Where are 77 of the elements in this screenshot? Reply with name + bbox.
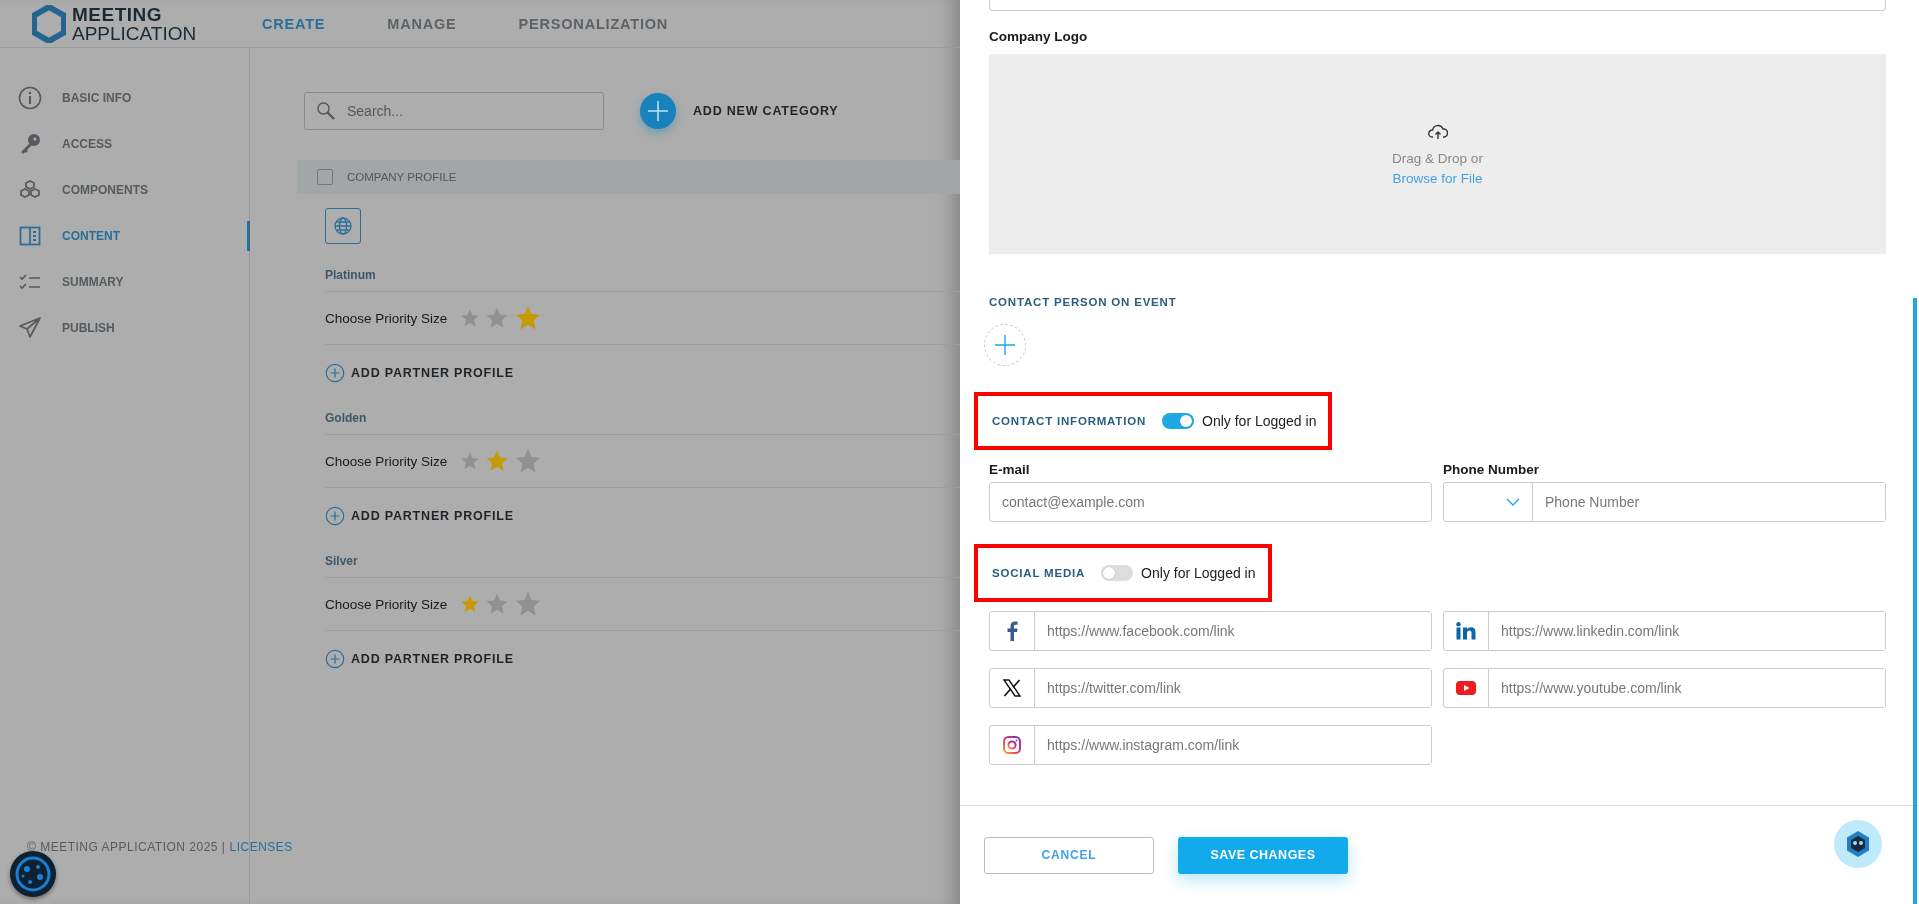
- column-header: COMPANY PROFILE: [347, 171, 457, 183]
- sidebar-item[interactable]: ACCESS: [0, 121, 249, 167]
- info-icon: [18, 86, 42, 110]
- x-icon: [1003, 679, 1021, 697]
- toggle-label: Only for Logged in: [1202, 413, 1317, 429]
- category-title: Silver: [325, 544, 960, 578]
- toggle-label: Only for Logged in: [1141, 565, 1256, 581]
- priority-label: Choose Priority Size: [325, 453, 448, 469]
- search-field[interactable]: Search...: [304, 92, 604, 130]
- phone-number-field[interactable]: Phone Number: [1443, 482, 1886, 522]
- sidebar-item[interactable]: SUMMARY: [0, 259, 249, 305]
- cloud-upload-icon: [1427, 122, 1448, 141]
- field-label: Phone Number: [1443, 462, 1540, 477]
- instagram-icon: [1003, 736, 1021, 754]
- plus-circle-icon: [325, 649, 345, 669]
- star-icon[interactable]: [485, 306, 510, 330]
- nav-tab[interactable]: PERSONALIZATION: [518, 15, 669, 32]
- star-icon[interactable]: [460, 594, 481, 614]
- category-title: Golden: [325, 401, 960, 435]
- chat-assistant-button[interactable]: [1834, 820, 1882, 868]
- social-link-field[interactable]: https://www.instagram.com/link: [989, 725, 1432, 765]
- linkedin-icon: [1456, 622, 1476, 640]
- field-label: E-mail: [989, 462, 1031, 477]
- sidebar-item[interactable]: BASIC INFO: [0, 75, 249, 121]
- section-title: SOCIAL MEDIA: [992, 567, 1086, 579]
- cancel-button[interactable]: CANCEL: [984, 836, 1154, 874]
- sidebar-item[interactable]: CONTENT: [0, 213, 249, 259]
- add-partner-link[interactable]: ADD PARTNER PROFILE: [325, 345, 514, 401]
- drop-hint: Drag & Drop or: [1392, 150, 1483, 166]
- star-icon[interactable]: [485, 592, 510, 616]
- add-partner-link[interactable]: ADD PARTNER PROFILE: [325, 488, 514, 544]
- social-link-field[interactable]: https://www.linkedin.com/link: [1443, 611, 1886, 651]
- add-category-button[interactable]: ADD NEW CATEGORY: [640, 93, 839, 129]
- language-button[interactable]: [325, 208, 361, 244]
- priority-label: Choose Priority Size: [325, 310, 448, 326]
- priority-label: Choose Priority Size: [325, 596, 448, 612]
- plus-circle-icon: [325, 363, 345, 383]
- plus-circle-icon: [325, 506, 345, 526]
- toggle-switch[interactable]: [1101, 565, 1134, 581]
- file-drop-zone[interactable]: Drag & Drop or Browse for File: [989, 54, 1886, 254]
- logo-icon: [32, 4, 66, 43]
- nav-tab[interactable]: CREATE: [262, 15, 326, 32]
- facebook-icon: [1006, 621, 1018, 641]
- star-icon[interactable]: [460, 308, 481, 328]
- email-input[interactable]: contact@example.com: [989, 482, 1432, 522]
- section-title: CONTACT INFORMATION: [992, 415, 1147, 427]
- social-link-field[interactable]: https://www.youtube.com/link: [1443, 668, 1886, 708]
- cookie-icon: [15, 856, 51, 892]
- star-icon[interactable]: [460, 451, 481, 471]
- licenses-link[interactable]: LICENSES: [229, 840, 293, 854]
- scrollbar[interactable]: [1913, 298, 1917, 904]
- star-icon[interactable]: [485, 449, 510, 473]
- save-button[interactable]: SAVE CHANGES: [1178, 836, 1348, 874]
- youtube-icon: [1456, 681, 1476, 695]
- globe-icon: [333, 216, 353, 236]
- copyright-text: © MEETING APPLICATION 2025 |: [27, 840, 226, 854]
- send-icon: [18, 316, 42, 340]
- social-link-field[interactable]: https://www.facebook.com/link: [989, 611, 1432, 651]
- plus-icon: [994, 334, 1016, 356]
- social-link-field[interactable]: https://twitter.com/link: [989, 668, 1432, 708]
- field-label: Company Logo: [989, 29, 1089, 44]
- checkbox[interactable]: [317, 169, 333, 185]
- logo-text: MEETING APPLICATION: [72, 4, 197, 43]
- category-title: Platinum: [325, 258, 960, 292]
- section-title: CONTACT PERSON ON EVENT: [989, 296, 1177, 308]
- browse-link[interactable]: Browse for File: [1392, 170, 1483, 186]
- text-field[interactable]: [989, 0, 1886, 11]
- sidebar-item[interactable]: COMPONENTS: [0, 167, 249, 213]
- sidebar-item[interactable]: PUBLISH: [0, 305, 249, 351]
- nav-tab[interactable]: MANAGE: [387, 15, 457, 32]
- plus-icon: [640, 93, 676, 129]
- cookie-settings-button[interactable]: [10, 851, 56, 897]
- add-partner-link[interactable]: ADD PARTNER PROFILE: [325, 631, 514, 687]
- layout-icon: [18, 224, 42, 248]
- chevron-down-icon: [1506, 498, 1520, 506]
- search-icon: [316, 101, 336, 121]
- toggle-switch[interactable]: [1162, 413, 1195, 429]
